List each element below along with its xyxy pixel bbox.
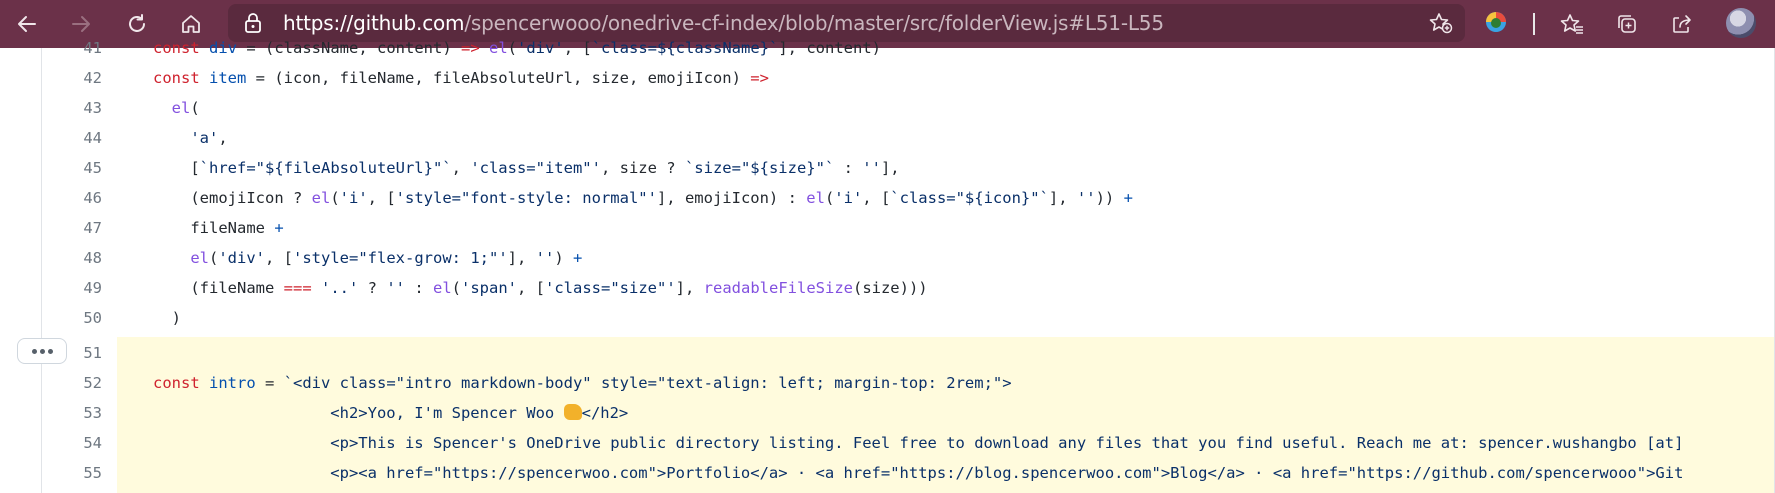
line-number[interactable]: 42 bbox=[44, 63, 102, 93]
url-text: https://github.com/spencerwooo/onedrive-… bbox=[283, 12, 1164, 34]
code-line: 48 el('div', ['style="flex-grow: 1;"'], … bbox=[0, 243, 1775, 273]
code-line: 44 'a', bbox=[0, 123, 1775, 153]
code-text: el( bbox=[171, 99, 200, 117]
favorites-icon bbox=[1560, 14, 1583, 34]
collections-icon bbox=[1618, 15, 1636, 33]
code-viewer: 41 const div = (className, content) => e… bbox=[0, 39, 1775, 493]
home-icon bbox=[182, 15, 200, 33]
waving-hand-emoji-icon bbox=[563, 404, 582, 420]
code-line: 42 const item = (icon, fileName, fileAbs… bbox=[0, 63, 1775, 93]
code-line-highlighted: 51 bbox=[0, 338, 1775, 368]
code-line: 47 fileName + bbox=[0, 213, 1775, 243]
code-text: el('div', ['style="flex-grow: 1;"'], '')… bbox=[190, 249, 583, 267]
code-text: (emojiIcon ? el('i', ['style="font-style… bbox=[153, 189, 1133, 207]
code-text: 'a', bbox=[190, 129, 228, 147]
line-number[interactable]: 53 bbox=[44, 398, 102, 428]
toolbar-divider bbox=[1533, 13, 1535, 35]
line-number[interactable]: 43 bbox=[44, 93, 102, 123]
line-number[interactable]: 52 bbox=[44, 368, 102, 398]
code-text: <p>This is Spencer's OneDrive public dir… bbox=[153, 434, 1684, 452]
line-number[interactable]: 46 bbox=[44, 183, 102, 213]
code-line: 50 ) bbox=[0, 303, 1775, 333]
line-number[interactable]: 41 bbox=[44, 33, 102, 63]
extension-icon[interactable] bbox=[1484, 10, 1508, 34]
code-text: fileName + bbox=[153, 219, 284, 237]
code-text: const intro = `<div class="intro markdow… bbox=[153, 374, 1012, 392]
back-icon bbox=[18, 16, 36, 32]
code-text: <h2>Yoo, I'm Spencer Woo </h2> bbox=[153, 404, 629, 422]
url-path: /spencerwooo/onedrive-cf-index/blob/mast… bbox=[464, 11, 1164, 35]
line-number[interactable]: 50 bbox=[44, 303, 102, 333]
code-text: [`href="${fileAbsoluteUrl}"`, 'class="it… bbox=[153, 159, 900, 177]
code-text: ) bbox=[153, 309, 181, 327]
line-number[interactable]: 54 bbox=[44, 428, 102, 458]
line-number[interactable]: 55 bbox=[44, 458, 102, 488]
line-number[interactable]: 47 bbox=[44, 213, 102, 243]
code-line-highlighted: 52 const intro = `<div class="intro mark… bbox=[0, 368, 1775, 398]
refresh-icon bbox=[129, 14, 145, 32]
code-text: const div = (className, content) => el('… bbox=[153, 39, 881, 57]
code-text: const item = (icon, fileName, fileAbsolu… bbox=[153, 69, 769, 87]
line-number[interactable]: 48 bbox=[44, 243, 102, 273]
line-number[interactable]: 49 bbox=[44, 273, 102, 303]
code-text: (fileName === '..' ? '' : el('span', ['c… bbox=[153, 279, 928, 297]
code-line: 45 [`href="${fileAbsoluteUrl}"`, 'class=… bbox=[0, 153, 1775, 183]
code-line: 41 const div = (className, content) => e… bbox=[0, 33, 1775, 63]
line-number[interactable]: 45 bbox=[44, 153, 102, 183]
code-line: 46 (emojiIcon ? el('i', ['style="font-st… bbox=[0, 183, 1775, 213]
code-line: 43 el( bbox=[0, 93, 1775, 123]
line-number[interactable]: 51 bbox=[44, 338, 102, 368]
code-text: <p><a href="https://spencerwoo.com">Port… bbox=[153, 464, 1684, 482]
code-line-highlighted: 53 <h2>Yoo, I'm Spencer Woo </h2> bbox=[0, 398, 1775, 428]
share-icon bbox=[1673, 15, 1691, 33]
line-number[interactable]: 44 bbox=[44, 123, 102, 153]
forward-icon bbox=[72, 16, 90, 32]
code-line-highlighted: 54 <p>This is Spencer's OneDrive public … bbox=[0, 428, 1775, 458]
url-host: https://github.com bbox=[283, 11, 465, 35]
code-line-highlighted: 55 <p><a href="https://spencerwoo.com">P… bbox=[0, 458, 1775, 488]
code-line: 49 (fileName === '..' ? '' : el('span', … bbox=[0, 273, 1775, 303]
